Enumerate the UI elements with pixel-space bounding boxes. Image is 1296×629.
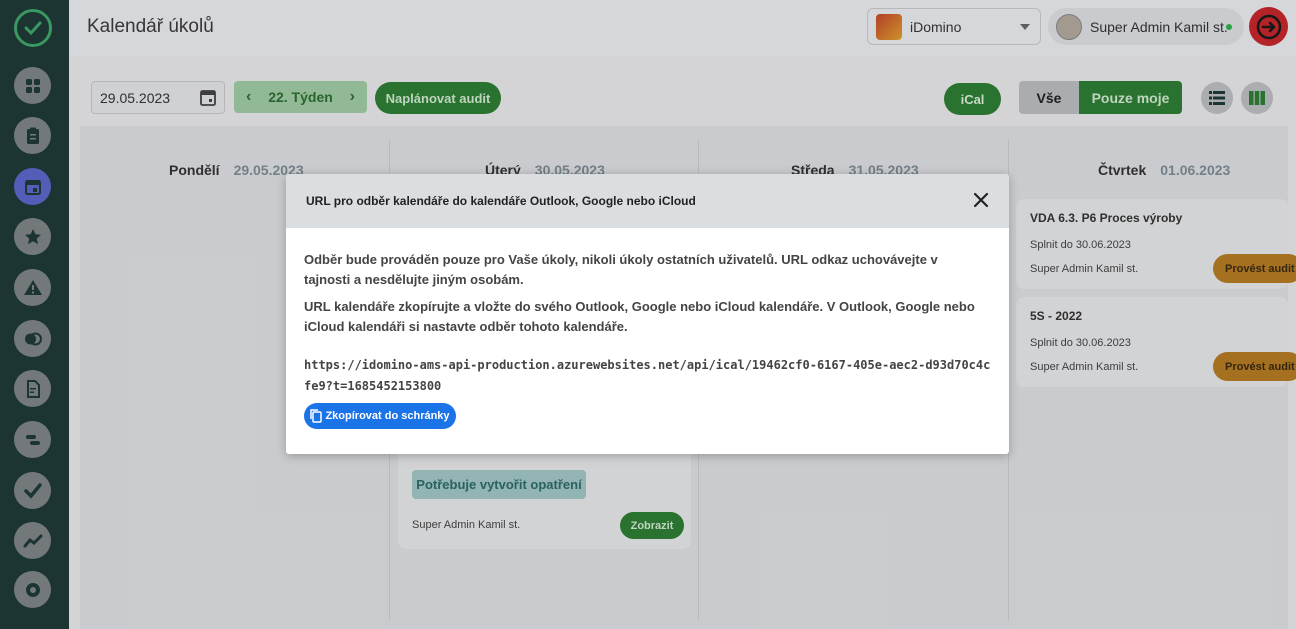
copy-to-clipboard-button[interactable]: Zkopírovat do schránky [304,403,456,429]
copy-button-label: Zkopírovat do schránky [325,410,450,422]
close-icon[interactable] [971,190,991,210]
modal-header: URL pro odběr kalendáře do kalendáře Out… [286,174,1009,228]
ical-url: https://idomino-ams-api-production.azure… [304,358,991,393]
copy-icon [310,409,323,423]
modal-privacy-note: Odběr bude prováděn pouze pro Vaše úkoly… [304,252,938,287]
ical-subscription-modal: URL pro odběr kalendáře do kalendáře Out… [286,174,1009,454]
modal-instructions: URL kalendáře zkopírujte a vložte do své… [304,299,975,334]
modal-title: URL pro odběr kalendáře do kalendáře Out… [306,194,696,208]
